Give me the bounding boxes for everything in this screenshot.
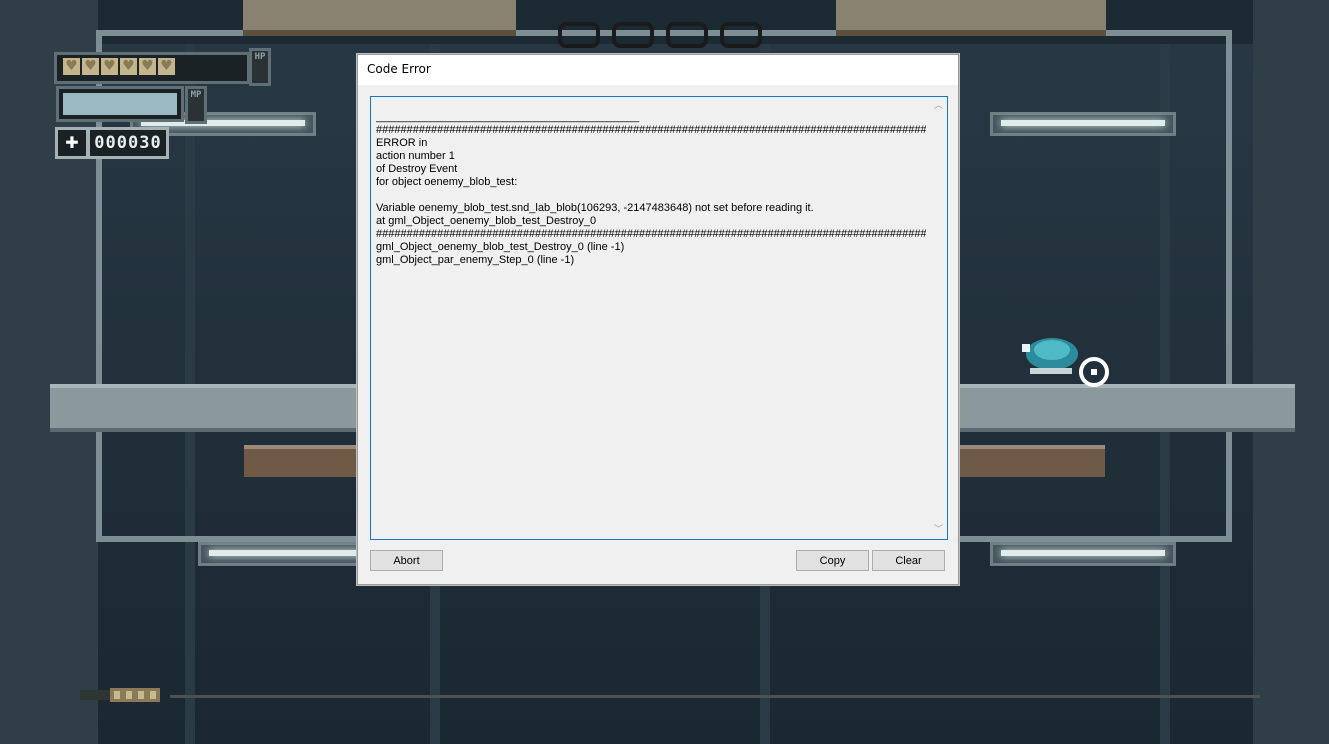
ceiling-dirt-left [243, 0, 516, 36]
scroll-down-icon[interactable]: ﹀ [934, 526, 943, 535]
ammo-counter: 000030 [87, 127, 169, 159]
dirt-patch [244, 445, 358, 477]
mp-label: MP [185, 86, 207, 124]
hearts-row: ♥ ♥ ♥ ♥ ♥ ♥ [63, 58, 175, 75]
heart-icon: ♥ [120, 58, 137, 75]
heart-icon: ♥ [63, 58, 80, 75]
chain-link [720, 22, 762, 48]
error-log-textbox[interactable]: ________________________________________… [370, 96, 948, 540]
hp-bar: ♥ ♥ ♥ ♥ ♥ ♥ [54, 52, 250, 84]
hp-label: HP [249, 48, 271, 86]
error-log-text: ________________________________________… [376, 111, 926, 266]
abort-button[interactable]: Abort [370, 550, 443, 571]
floor-lamp [990, 542, 1176, 566]
metal-ledge-right [955, 384, 1295, 432]
heart-icon: ♥ [158, 58, 175, 75]
blob-enemy-icon [1022, 338, 1078, 374]
mp-bar-fill [63, 93, 177, 115]
copy-button[interactable]: Copy [796, 550, 869, 571]
mp-bar [56, 86, 184, 122]
ceiling-dirt-right [836, 0, 1106, 36]
ammo-icon: ✚ [55, 127, 89, 159]
dialog-titlebar[interactable]: Code Error [358, 55, 958, 85]
chain-link [666, 22, 708, 48]
dirt-patch [955, 445, 1105, 477]
drill-icon [80, 688, 160, 702]
heart-icon: ♥ [101, 58, 118, 75]
outer-wall-right [1253, 0, 1329, 744]
ceiling-lamp [990, 112, 1176, 136]
crosshair-icon [1079, 357, 1109, 387]
clear-button[interactable]: Clear [872, 550, 945, 571]
track-line [170, 695, 1260, 698]
chain-link [558, 22, 600, 48]
dialog-title: Code Error [367, 62, 431, 76]
heart-icon: ♥ [82, 58, 99, 75]
scroll-up-icon[interactable]: ︿ [934, 102, 943, 111]
heart-icon: ♥ [139, 58, 156, 75]
chain-link [612, 22, 654, 48]
code-error-dialog: Code Error _____________________________… [357, 54, 959, 585]
metal-ledge-left [50, 384, 360, 432]
log-scrollbar[interactable]: ︿ ﹀ [930, 97, 947, 539]
